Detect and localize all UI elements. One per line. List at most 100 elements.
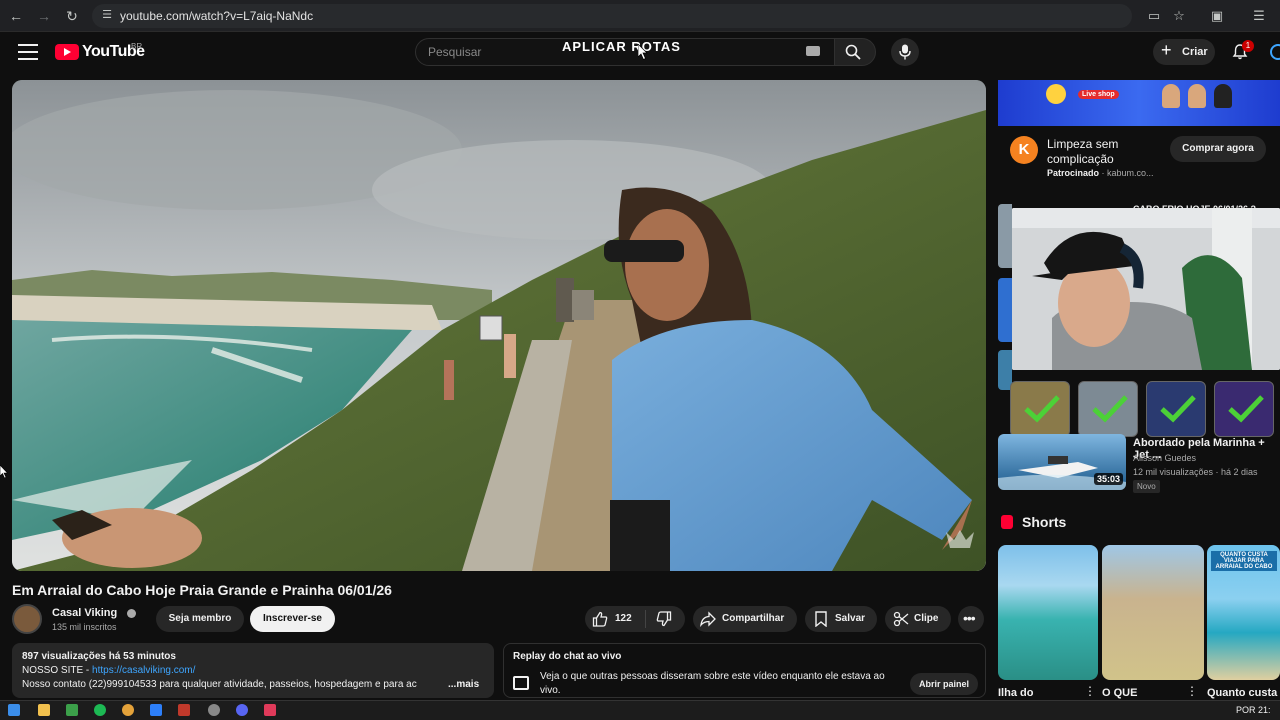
checkmark-icon bbox=[1092, 395, 1128, 423]
discord-icon[interactable] bbox=[236, 704, 248, 716]
app-icon[interactable] bbox=[264, 704, 276, 716]
new-badge: Novo bbox=[1133, 480, 1160, 493]
description-site-line: NOSSO SITE - https://casalviking.com/ bbox=[22, 665, 195, 676]
sponsored-label: Patrocinado bbox=[1047, 168, 1100, 178]
video-title: Em Arraial do Cabo Hoje Praia Grande e P… bbox=[12, 582, 392, 598]
video-duration: 35:03 bbox=[1094, 473, 1124, 485]
save-label[interactable]: Salvar bbox=[835, 613, 865, 624]
site-info-icon[interactable]: ☰ bbox=[100, 8, 114, 22]
bookmark-star-icon[interactable]: ☆ bbox=[1170, 7, 1188, 25]
dislike-thumb-down-icon[interactable] bbox=[656, 611, 672, 627]
store-icon[interactable] bbox=[66, 704, 78, 716]
youtube-logo-icon[interactable] bbox=[55, 44, 79, 60]
clip-label[interactable]: Clipe bbox=[914, 613, 938, 624]
cast-icon[interactable]: ▭ bbox=[1145, 7, 1163, 25]
short-menu-icon[interactable]: ⋮ bbox=[1084, 684, 1096, 698]
hamburger-menu-icon[interactable] bbox=[18, 44, 38, 60]
url-text[interactable]: youtube.com/watch?v=L7aiq-NaNdc bbox=[120, 9, 313, 23]
search-icon[interactable] bbox=[845, 44, 861, 60]
checkmark-icon bbox=[1160, 395, 1196, 423]
checkmark-icon bbox=[1024, 395, 1060, 423]
recommendation-stats: 12 mil visualizações · há 2 dias bbox=[1133, 467, 1258, 477]
ad-banner-image[interactable] bbox=[998, 80, 1280, 126]
open-chat-panel-button[interactable]: Abrir painel bbox=[910, 673, 978, 695]
keyboard-icon[interactable] bbox=[806, 46, 820, 56]
ad-sponsored-line: Patrocinado · kabum.co... bbox=[1047, 168, 1154, 178]
ad-person-image bbox=[1188, 84, 1206, 108]
site-link[interactable]: https://casalviking.com/ bbox=[92, 665, 195, 676]
share-label[interactable]: Compartilhar bbox=[722, 613, 784, 624]
short-thumbnail-caption: QUANTO CUSTA VIAJAR PARA ARRAIAL DO CABO bbox=[1211, 551, 1277, 571]
ad-title[interactable]: Limpeza sem complicação bbox=[1047, 137, 1157, 167]
video-frame-illustration bbox=[12, 80, 986, 571]
stream-overlay-text: APLICAR ROTAS bbox=[562, 39, 681, 54]
view-count-and-date: 897 visualizações há 53 minutos bbox=[22, 651, 176, 662]
obs-icon[interactable] bbox=[208, 704, 220, 716]
site-prefix: NOSSO SITE - bbox=[22, 665, 93, 676]
short-title[interactable]: O QUE bbox=[1102, 687, 1137, 699]
microphone-icon[interactable] bbox=[899, 44, 911, 60]
recommendation-channel[interactable]: Alisson Guedes bbox=[1133, 453, 1196, 463]
chrome-icon[interactable] bbox=[122, 704, 134, 716]
os-taskbar bbox=[0, 700, 1280, 720]
scissors-clip-icon[interactable] bbox=[893, 611, 909, 627]
ad-person-image bbox=[1214, 84, 1232, 108]
short-title[interactable]: Quanto custa bbox=[1207, 687, 1277, 699]
like-count[interactable]: 122 bbox=[615, 613, 632, 624]
advertiser-logo[interactable]: K bbox=[1010, 136, 1038, 164]
share-arrow-icon[interactable] bbox=[700, 611, 716, 627]
channel-watermark-icon[interactable] bbox=[944, 528, 976, 552]
video-player[interactable] bbox=[12, 80, 986, 571]
short-menu-icon[interactable]: ⋮ bbox=[1186, 684, 1198, 698]
extensions-icon[interactable]: ▣ bbox=[1208, 7, 1226, 25]
streamer-webcam-overlay bbox=[1012, 208, 1280, 370]
like-separator bbox=[645, 610, 646, 628]
stream-achievement-icons bbox=[1010, 381, 1280, 439]
short-thumbnail[interactable] bbox=[1102, 545, 1204, 680]
bookmark-save-icon[interactable] bbox=[814, 611, 828, 627]
ad-balloon-icon bbox=[1046, 84, 1066, 104]
short-title[interactable]: Ilha do bbox=[998, 687, 1033, 699]
ad-cta-button[interactable]: Comprar agora bbox=[1170, 136, 1266, 162]
country-code: BR bbox=[131, 42, 143, 51]
more-dots-icon[interactable]: ••• bbox=[963, 611, 976, 625]
back-icon[interactable]: ← bbox=[6, 6, 26, 26]
channel-avatar[interactable] bbox=[12, 604, 42, 634]
recommendation-thumbnail[interactable] bbox=[998, 278, 1012, 342]
app-icon[interactable] bbox=[150, 704, 162, 716]
like-thumb-up-icon[interactable] bbox=[592, 611, 608, 627]
chat-bubble-icon bbox=[513, 676, 529, 690]
webcam-illustration bbox=[1012, 208, 1280, 370]
short-thumbnail[interactable]: QUANTO CUSTA VIAJAR PARA ARRAIAL DO CABO bbox=[1207, 545, 1280, 680]
chat-replay-text: Veja o que outras pessoas disseram sobre… bbox=[540, 671, 885, 696]
spotify-icon[interactable] bbox=[94, 704, 106, 716]
mouse-cursor-icon bbox=[638, 44, 648, 60]
shorts-icon bbox=[1001, 515, 1013, 529]
channel-name[interactable]: Casal Viking bbox=[52, 607, 117, 619]
system-tray-clock: POR 21: bbox=[1236, 705, 1271, 715]
reload-icon[interactable]: ↻ bbox=[62, 6, 82, 26]
keyboard-language[interactable]: POR bbox=[1236, 705, 1256, 715]
search-placeholder[interactable]: Pesquisar bbox=[428, 45, 481, 59]
clock-time[interactable]: 21: bbox=[1258, 705, 1271, 715]
recommendation-thumbnail[interactable] bbox=[998, 204, 1012, 268]
windows-start-icon[interactable] bbox=[8, 704, 20, 716]
chat-replay-title: Replay do chat ao vivo bbox=[513, 651, 622, 662]
checkmark-icon bbox=[1228, 395, 1264, 423]
subscribe-button[interactable]: Inscrever-se bbox=[250, 606, 335, 632]
description-contact: Nosso contato (22)999104533 para qualque… bbox=[22, 679, 417, 690]
subscriber-count: 135 mil inscritos bbox=[52, 622, 117, 632]
app-icon[interactable] bbox=[178, 704, 190, 716]
file-explorer-icon[interactable] bbox=[38, 704, 50, 716]
short-thumbnail[interactable] bbox=[998, 545, 1098, 680]
verified-badge-icon bbox=[127, 609, 136, 618]
reading-list-icon[interactable]: ☰ bbox=[1250, 7, 1268, 25]
join-membership-button[interactable]: Seja membro bbox=[156, 606, 244, 632]
show-more-link[interactable]: ...mais bbox=[448, 679, 479, 690]
plus-icon[interactable]: + bbox=[1161, 40, 1172, 61]
forward-icon[interactable]: → bbox=[34, 6, 54, 26]
shorts-heading: Shorts bbox=[1022, 514, 1067, 530]
account-avatar[interactable] bbox=[1270, 44, 1280, 60]
create-label[interactable]: Criar bbox=[1182, 46, 1208, 58]
ad-shop-tag: Live shop bbox=[1078, 90, 1119, 99]
